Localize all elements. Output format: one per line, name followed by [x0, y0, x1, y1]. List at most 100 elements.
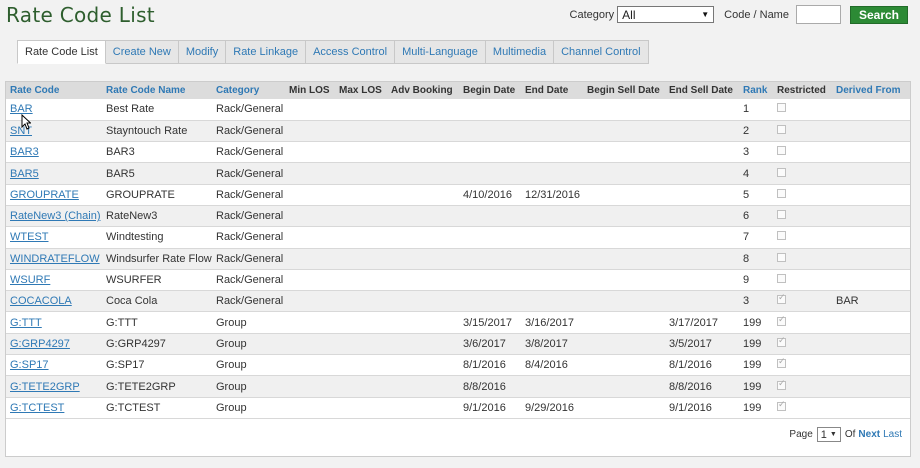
cell-restricted: [773, 99, 832, 120]
cell-restricted: [773, 184, 832, 205]
restricted-checkbox[interactable]: [777, 378, 786, 390]
cell-code: GROUPRATE: [6, 184, 102, 205]
col-header-category[interactable]: Category: [212, 82, 285, 99]
rate-code-link[interactable]: G:TCTEST: [10, 402, 64, 414]
restricted-checkbox[interactable]: [777, 210, 786, 220]
cell-min-los: [285, 99, 335, 120]
rate-code-link[interactable]: G:TTT: [10, 317, 42, 329]
cell-code: G:TCTEST: [6, 397, 102, 418]
cell-derived-from: [832, 142, 910, 163]
rate-code-link[interactable]: WTEST: [10, 231, 49, 243]
cell-end-sell: 3/17/2017: [669, 316, 718, 329]
category-select[interactable]: All ▼: [617, 6, 715, 23]
tab-modify[interactable]: Modify: [178, 40, 227, 64]
cell-restricted: [773, 248, 832, 269]
page-label: Page: [789, 429, 813, 440]
restricted-checkbox[interactable]: [777, 124, 786, 134]
cell-begin-sell: [583, 333, 665, 354]
cell-min-los: [285, 397, 335, 418]
cell-derived-from: [832, 120, 910, 141]
cell-restricted: [773, 163, 832, 184]
cell-category: Group: [216, 401, 247, 414]
restricted-checkbox[interactable]: [777, 146, 786, 156]
cell-derived-from: BAR: [836, 295, 859, 308]
cell-name: Best Rate: [106, 103, 155, 116]
rate-code-link[interactable]: WSURF: [10, 274, 50, 286]
cell-category: Rack/General: [216, 146, 284, 159]
cell-end-date: [521, 248, 583, 269]
restricted-checkbox[interactable]: [777, 231, 786, 241]
rate-code-link[interactable]: BAR5: [10, 168, 39, 180]
cell-restricted: [773, 142, 832, 163]
restricted-checkbox[interactable]: [777, 314, 786, 326]
cell-begin-sell: [583, 312, 665, 333]
tab-create-new[interactable]: Create New: [105, 40, 179, 64]
col-header-begin-sell-date: Begin Sell Date: [587, 85, 660, 96]
restricted-checkbox[interactable]: [777, 252, 786, 262]
restricted-checkbox[interactable]: [777, 399, 786, 411]
tab-access-control[interactable]: Access Control: [306, 40, 396, 64]
page-select[interactable]: 1 ▼: [816, 427, 841, 442]
restricted-checkbox[interactable]: [777, 292, 786, 305]
rate-code-link[interactable]: GROUPRATE: [10, 189, 79, 201]
cell-begin-date: [459, 248, 521, 269]
cell-end-sell: 3/5/2017: [669, 337, 712, 350]
rate-code-link[interactable]: G:TETE2GRP: [10, 381, 80, 393]
restricted-checkbox[interactable]: [777, 274, 786, 284]
code-name-input[interactable]: [795, 5, 841, 24]
rate-code-link[interactable]: WINDRATEFLOW: [10, 253, 100, 265]
cell-adv-booking: [387, 397, 459, 418]
mouse-cursor-icon: [21, 114, 31, 130]
cell-adv-booking: [387, 227, 459, 248]
cell-derived-from: [832, 205, 910, 226]
rate-code-link[interactable]: COCACOLA: [10, 295, 72, 307]
rate-code-link[interactable]: BAR3: [10, 146, 39, 158]
cell-adv-booking: [387, 312, 459, 333]
search-button[interactable]: Search: [849, 5, 908, 24]
cell-category: Group: [216, 359, 247, 372]
filter-bar: Category All ▼ Code / Name Search: [570, 5, 908, 24]
col-header-rate-code-name[interactable]: Rate Code Name: [102, 82, 212, 99]
tab-multimedia[interactable]: Multimedia: [485, 40, 555, 64]
cell-category: Rack/General: [216, 252, 284, 265]
cell-adv-booking: [387, 269, 459, 290]
cell-rank: 199: [743, 316, 762, 329]
rate-code-link[interactable]: RateNew3 (Chain): [10, 210, 100, 222]
cell-end-date: 3/8/2017: [525, 337, 568, 350]
cell-rank: 1: [743, 103, 750, 116]
cell-begin-sell: [583, 248, 665, 269]
restricted-checkbox[interactable]: [777, 103, 786, 113]
restricted-checkbox[interactable]: [777, 167, 786, 177]
cell-begin-sell: [583, 163, 665, 184]
table-row: WTEST Windtesting Rack/General 7: [6, 226, 910, 249]
cell-end-date: 8/4/2016: [525, 359, 568, 372]
cell-end-date: [521, 205, 583, 226]
restricted-checkbox[interactable]: [777, 188, 786, 198]
cell-end-date: [521, 269, 583, 290]
col-header-rate-code[interactable]: Rate Code: [6, 82, 102, 99]
cell-restricted: [773, 376, 832, 397]
cell-adv-booking: [387, 184, 459, 205]
cell-end-date: 3/16/2017: [525, 316, 574, 329]
table-row: G:TETE2GRP G:TETE2GRP Group 8/8/2016 8/8/201…: [6, 375, 910, 398]
cell-code: G:TETE2GRP: [6, 376, 102, 397]
rate-code-link[interactable]: G:SP17: [10, 359, 49, 371]
cell-min-los: [285, 355, 335, 376]
rate-code-link[interactable]: G:GRP4297: [10, 338, 70, 350]
next-page-link[interactable]: Next: [858, 429, 880, 440]
tab-multi-language[interactable]: Multi-Language: [395, 40, 486, 64]
cell-derived-from: [832, 163, 910, 184]
restricted-checkbox[interactable]: [777, 335, 786, 347]
tab-rate-linkage[interactable]: Rate Linkage: [226, 40, 307, 64]
cell-begin-date: 8/8/2016: [463, 380, 506, 393]
col-header-rank[interactable]: Rank: [739, 82, 773, 99]
cell-adv-booking: [387, 120, 459, 141]
cell-end-sell: [665, 142, 739, 163]
cell-name: RateNew3: [106, 210, 158, 223]
col-header-derived-from[interactable]: Derived From: [832, 82, 910, 99]
tab-channel-control[interactable]: Channel Control: [554, 40, 649, 64]
tab-rate-code-list[interactable]: Rate Code List: [17, 40, 106, 64]
restricted-checkbox[interactable]: [777, 356, 786, 369]
last-page-link[interactable]: Last: [883, 429, 902, 440]
table-row: G:TCTEST G:TCTEST Group 9/1/2016 9/29/2016 9/…: [6, 397, 910, 419]
